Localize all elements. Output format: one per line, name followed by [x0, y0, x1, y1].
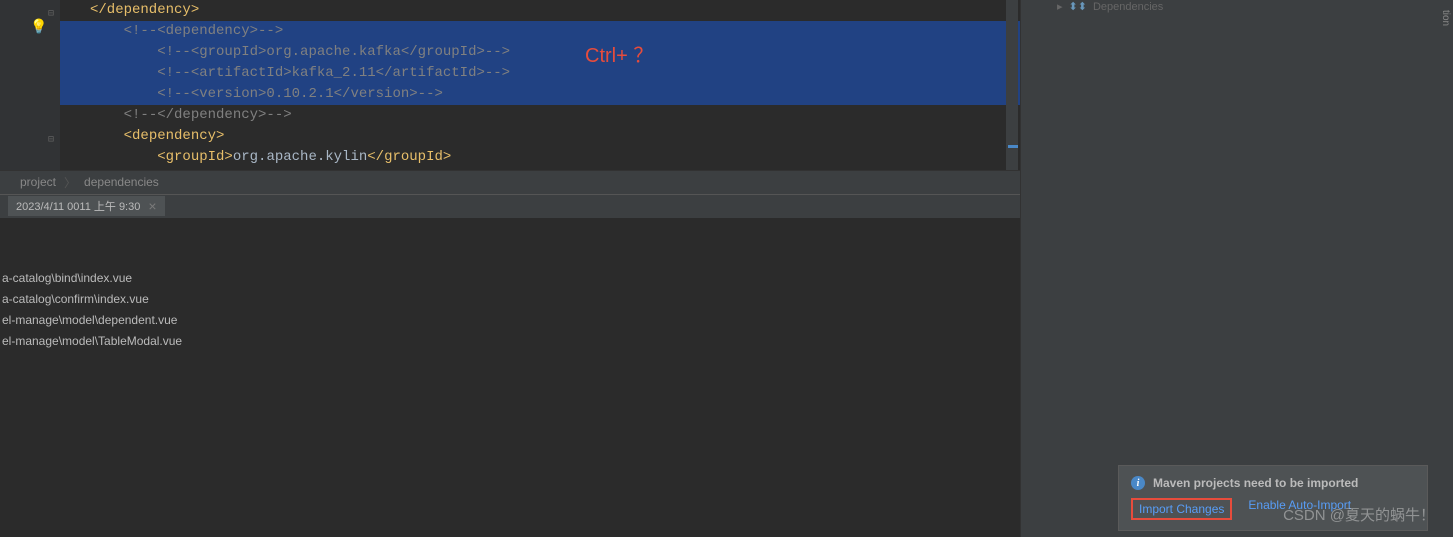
code-text: <dependency>	[124, 128, 225, 144]
info-icon: i	[1131, 476, 1145, 490]
code-text: <groupId>	[157, 149, 233, 165]
breadcrumb-dependencies[interactable]: dependencies	[84, 175, 159, 189]
dependencies-icon: ⬍⬍	[1069, 0, 1087, 13]
code-text: <!--<groupId>org.apache.kafka</groupId>-…	[157, 44, 510, 60]
fold-icon[interactable]: ⊟	[48, 130, 54, 151]
chevron-right-icon: 〉	[64, 174, 76, 191]
scroll-marker[interactable]	[1008, 145, 1018, 148]
tree-node-label: Dependencies	[1093, 1, 1163, 13]
editor-gutter: 💡 ⊟ ⊟	[0, 0, 60, 170]
console-tab[interactable]: 2023/4/11 0011 上午 9:30 ×	[8, 196, 165, 216]
breadcrumb: project 〉 dependencies	[0, 170, 1020, 194]
shortcut-hint-overlay: Ctrl+ ？	[585, 46, 653, 67]
chevron-right-icon: ▸	[1057, 0, 1063, 13]
code-text: <!--<artifactId>kafka_2.11</artifactId>-…	[157, 65, 510, 81]
maven-panel: ▸ ⬍⬍ Dependencies tion	[1020, 0, 1453, 537]
code-text: <!--<version>0.10.2.1</version>-->	[157, 86, 443, 102]
code-text: org.apache.kylin	[233, 149, 367, 165]
enable-auto-import-link[interactable]: Enable Auto-Import	[1248, 498, 1351, 520]
notification-title-text: Maven projects need to be imported	[1153, 476, 1358, 490]
import-changes-link[interactable]: Import Changes	[1131, 498, 1232, 520]
code-text: </dependency>	[90, 2, 199, 18]
sidebar-vertical-label: tion	[1440, 10, 1451, 26]
fold-icon[interactable]: ⊟	[48, 4, 54, 25]
breadcrumb-project[interactable]: project	[20, 175, 56, 189]
bulb-icon[interactable]: 💡	[30, 18, 47, 39]
maven-import-notification: i Maven projects need to be imported Imp…	[1118, 465, 1428, 531]
console-tab-label: 2023/4/11 0011 上午 9:30	[16, 198, 140, 214]
maven-tree-node[interactable]: ▸ ⬍⬍ Dependencies	[1057, 0, 1163, 13]
code-text: <!--</dependency>-->	[124, 107, 292, 123]
close-icon[interactable]: ×	[148, 198, 156, 214]
code-editor[interactable]: 💡 ⊟ ⊟ </dependency> <!--<dependency>--> …	[0, 0, 1020, 170]
code-text: <!--<dependency>-->	[124, 23, 284, 39]
code-text: </groupId>	[367, 149, 451, 165]
